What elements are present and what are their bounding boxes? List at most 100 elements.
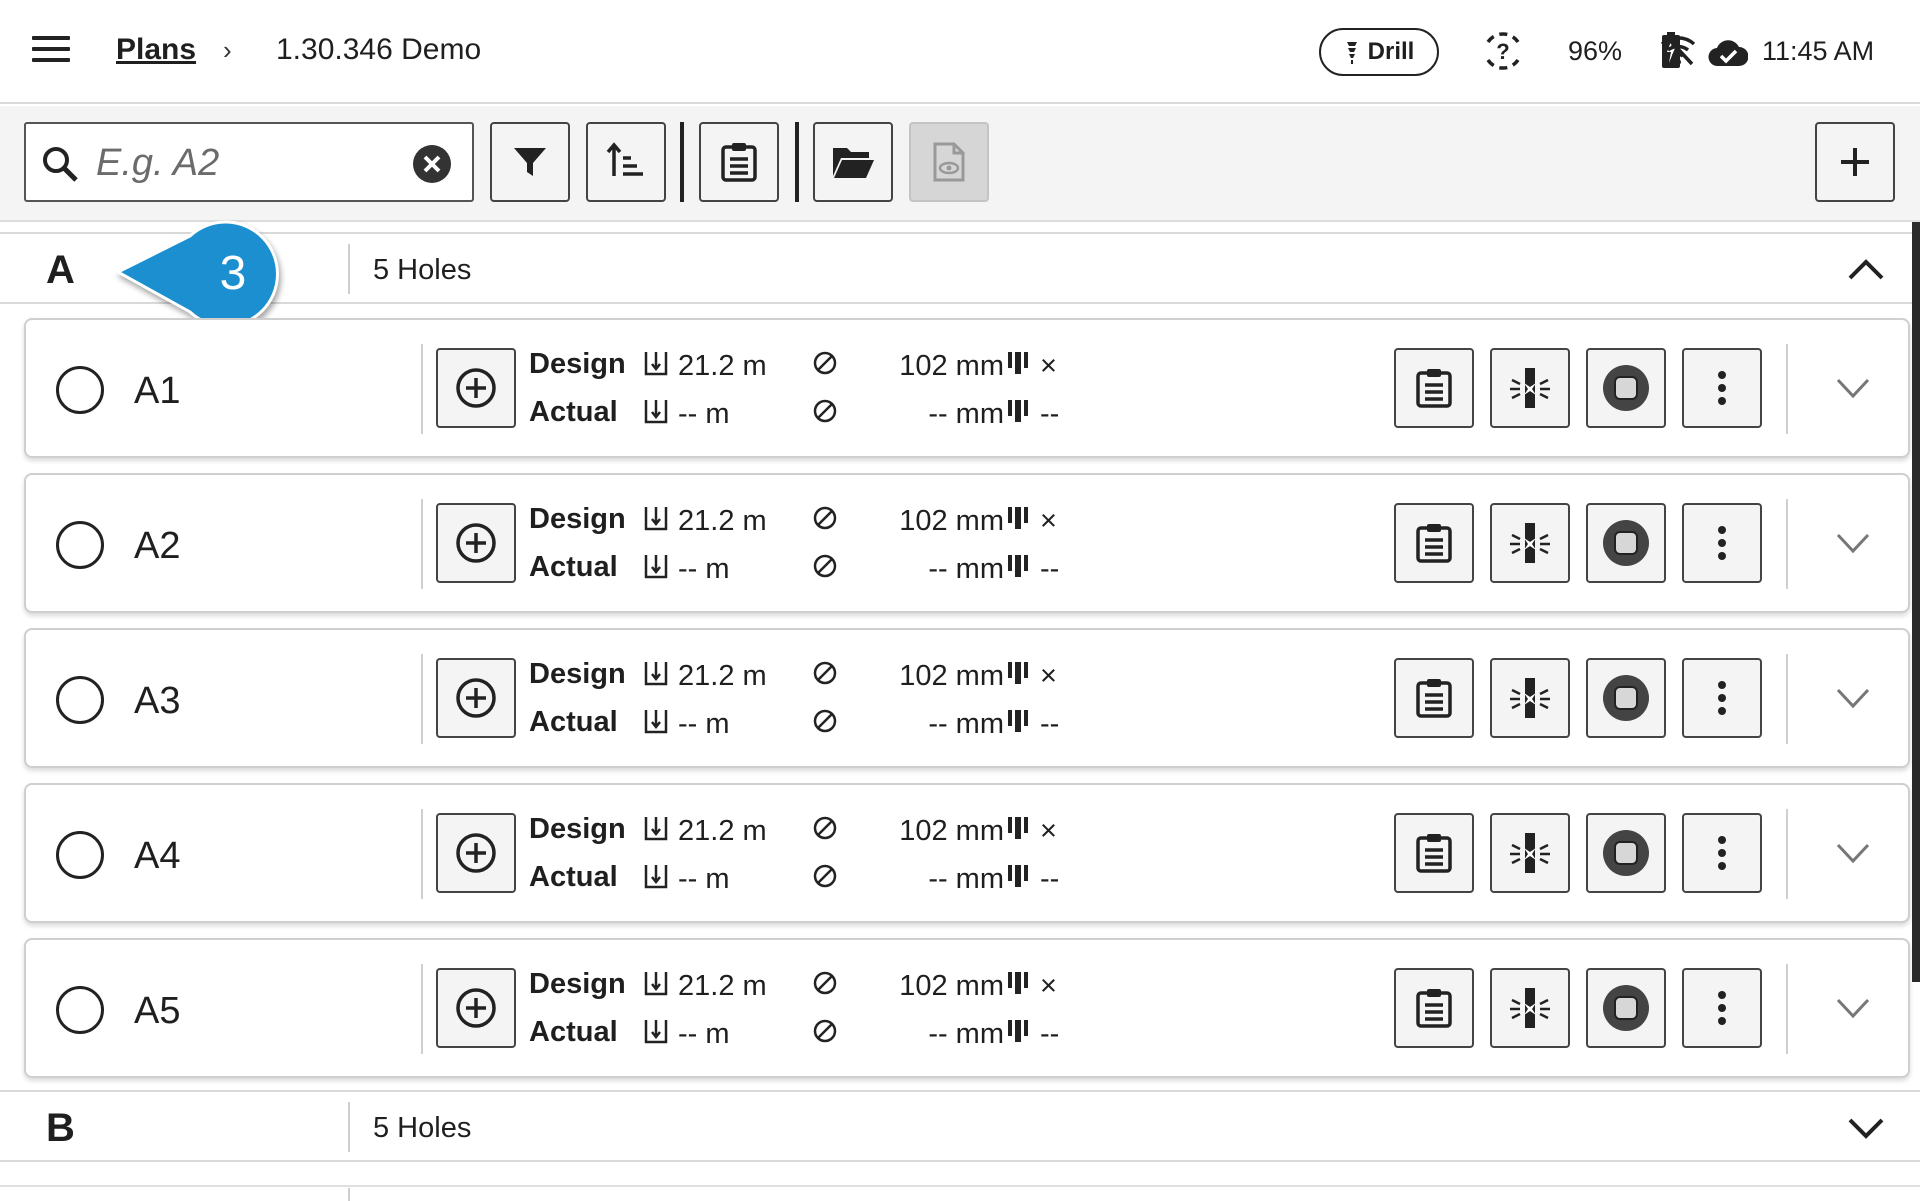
diameter-icon: [813, 506, 837, 530]
mode-drill-button[interactable]: Drill: [1319, 28, 1439, 76]
clear-icon[interactable]: [412, 144, 452, 184]
document-preview-button[interactable]: [909, 122, 989, 202]
search-box: [24, 122, 474, 202]
design-label: Design: [529, 813, 626, 845]
actual-diameter-value: -- mm: [928, 398, 1004, 430]
charge-icon: [1008, 972, 1028, 994]
more-options-button[interactable]: [1682, 348, 1762, 428]
breadcrumb-plans-link[interactable]: Plans: [116, 33, 196, 67]
hole-select-radio[interactable]: [56, 521, 104, 569]
chevron-up-icon[interactable]: [1846, 252, 1886, 288]
stop-button[interactable]: [1586, 503, 1666, 583]
blast-icon: [1510, 678, 1550, 718]
hole-notes-button[interactable]: [1394, 348, 1474, 428]
chevron-down-icon[interactable]: [1834, 682, 1872, 714]
design-diameter-value: 102 mm: [899, 660, 1004, 692]
chevron-down-icon[interactable]: [1834, 992, 1872, 1024]
more-options-button[interactable]: [1682, 968, 1762, 1048]
chevron-down-icon[interactable]: [1834, 837, 1872, 869]
menu-icon[interactable]: [32, 36, 70, 66]
blast-button[interactable]: [1490, 813, 1570, 893]
hole-card[interactable]: A5 Design Actual 21.2 m 102 mm × -- m --…: [24, 938, 1910, 1078]
design-label: Design: [529, 503, 626, 535]
svg-text:?: ?: [1496, 39, 1509, 64]
charge-icon: [1008, 507, 1028, 529]
open-folder-button[interactable]: [813, 122, 893, 202]
stop-button[interactable]: [1586, 968, 1666, 1048]
card-divider: [421, 809, 423, 899]
chevron-down-icon[interactable]: [1846, 1110, 1886, 1146]
depth-icon: [644, 817, 668, 841]
more-options-button[interactable]: [1682, 813, 1762, 893]
stop-button[interactable]: [1586, 813, 1666, 893]
battery-percentage: 96%: [1568, 36, 1623, 66]
add-hole-data-button[interactable]: [436, 813, 516, 893]
clipboard-button[interactable]: [699, 122, 779, 202]
blast-button[interactable]: [1490, 968, 1570, 1048]
actual-diameter-value: -- mm: [928, 553, 1004, 585]
hole-notes-button[interactable]: [1394, 503, 1474, 583]
actual-label: Actual: [529, 551, 618, 583]
divider: [348, 1188, 350, 1201]
hole-notes-button[interactable]: [1394, 813, 1474, 893]
blast-button[interactable]: [1490, 658, 1570, 738]
stop-icon: [1603, 675, 1649, 721]
toolbar-separator: [680, 122, 684, 202]
depth-icon: [644, 710, 668, 734]
design-label: Design: [529, 348, 626, 380]
more-options-button[interactable]: [1682, 658, 1762, 738]
design-depth-value: 21.2 m: [678, 970, 767, 1002]
actual-depth-value: -- m: [678, 708, 730, 740]
chevron-down-icon[interactable]: [1834, 372, 1872, 404]
cloud-done-icon: [1708, 40, 1748, 67]
add-hole-data-button[interactable]: [436, 348, 516, 428]
stop-button[interactable]: [1586, 348, 1666, 428]
document-preview-icon: [933, 142, 965, 182]
hole-select-radio[interactable]: [56, 366, 104, 414]
hole-card[interactable]: A1 Design Actual 21.2 m 102 mm × -- m --…: [24, 318, 1910, 458]
blast-button[interactable]: [1490, 348, 1570, 428]
charge-icon: [1008, 555, 1028, 577]
scrollbar[interactable]: [1912, 222, 1920, 982]
card-divider: [421, 964, 423, 1054]
card-divider: [1786, 809, 1788, 899]
add-hole-data-button[interactable]: [436, 658, 516, 738]
depth-icon: [644, 662, 668, 686]
sort-button[interactable]: [586, 122, 666, 202]
card-divider: [1786, 499, 1788, 589]
charge-icon: [1008, 1020, 1028, 1042]
hole-select-radio[interactable]: [56, 676, 104, 724]
clock-time: 11:45 AM: [1762, 36, 1875, 66]
filter-button[interactable]: [490, 122, 570, 202]
hole-card[interactable]: A3 Design Actual 21.2 m 102 mm × -- m --…: [24, 628, 1910, 768]
add-circle-icon: [456, 523, 496, 563]
hole-card[interactable]: A2 Design Actual 21.2 m 102 mm × -- m --…: [24, 473, 1910, 613]
add-hole-data-button[interactable]: [436, 503, 516, 583]
group-header-b[interactable]: B 5 Holes: [0, 1090, 1920, 1162]
group-hole-count: 5 Holes: [373, 254, 472, 286]
depth-icon: [644, 555, 668, 579]
chevron-down-icon[interactable]: [1834, 527, 1872, 559]
mode-label: Drill: [1367, 38, 1415, 65]
hole-notes-button[interactable]: [1394, 968, 1474, 1048]
add-hole-data-button[interactable]: [436, 968, 516, 1048]
add-button[interactable]: [1815, 122, 1895, 202]
diameter-icon: [813, 554, 837, 578]
hole-select-radio[interactable]: [56, 831, 104, 879]
hole-card[interactable]: A4 Design Actual 21.2 m 102 mm × -- m --…: [24, 783, 1910, 923]
sort-icon: [606, 142, 643, 176]
search-input[interactable]: [96, 138, 416, 188]
hole-select-radio[interactable]: [56, 986, 104, 1034]
diameter-icon: [813, 399, 837, 423]
group-divider: [348, 244, 350, 294]
blast-button[interactable]: [1490, 503, 1570, 583]
card-divider: [1786, 964, 1788, 1054]
actual-diameter-value: -- mm: [928, 863, 1004, 895]
add-circle-icon: [456, 368, 496, 408]
help-icon[interactable]: ?: [1480, 28, 1526, 74]
card-divider: [421, 344, 423, 434]
stop-button[interactable]: [1586, 658, 1666, 738]
more-options-button[interactable]: [1682, 503, 1762, 583]
stop-icon: [1603, 985, 1649, 1031]
hole-notes-button[interactable]: [1394, 658, 1474, 738]
